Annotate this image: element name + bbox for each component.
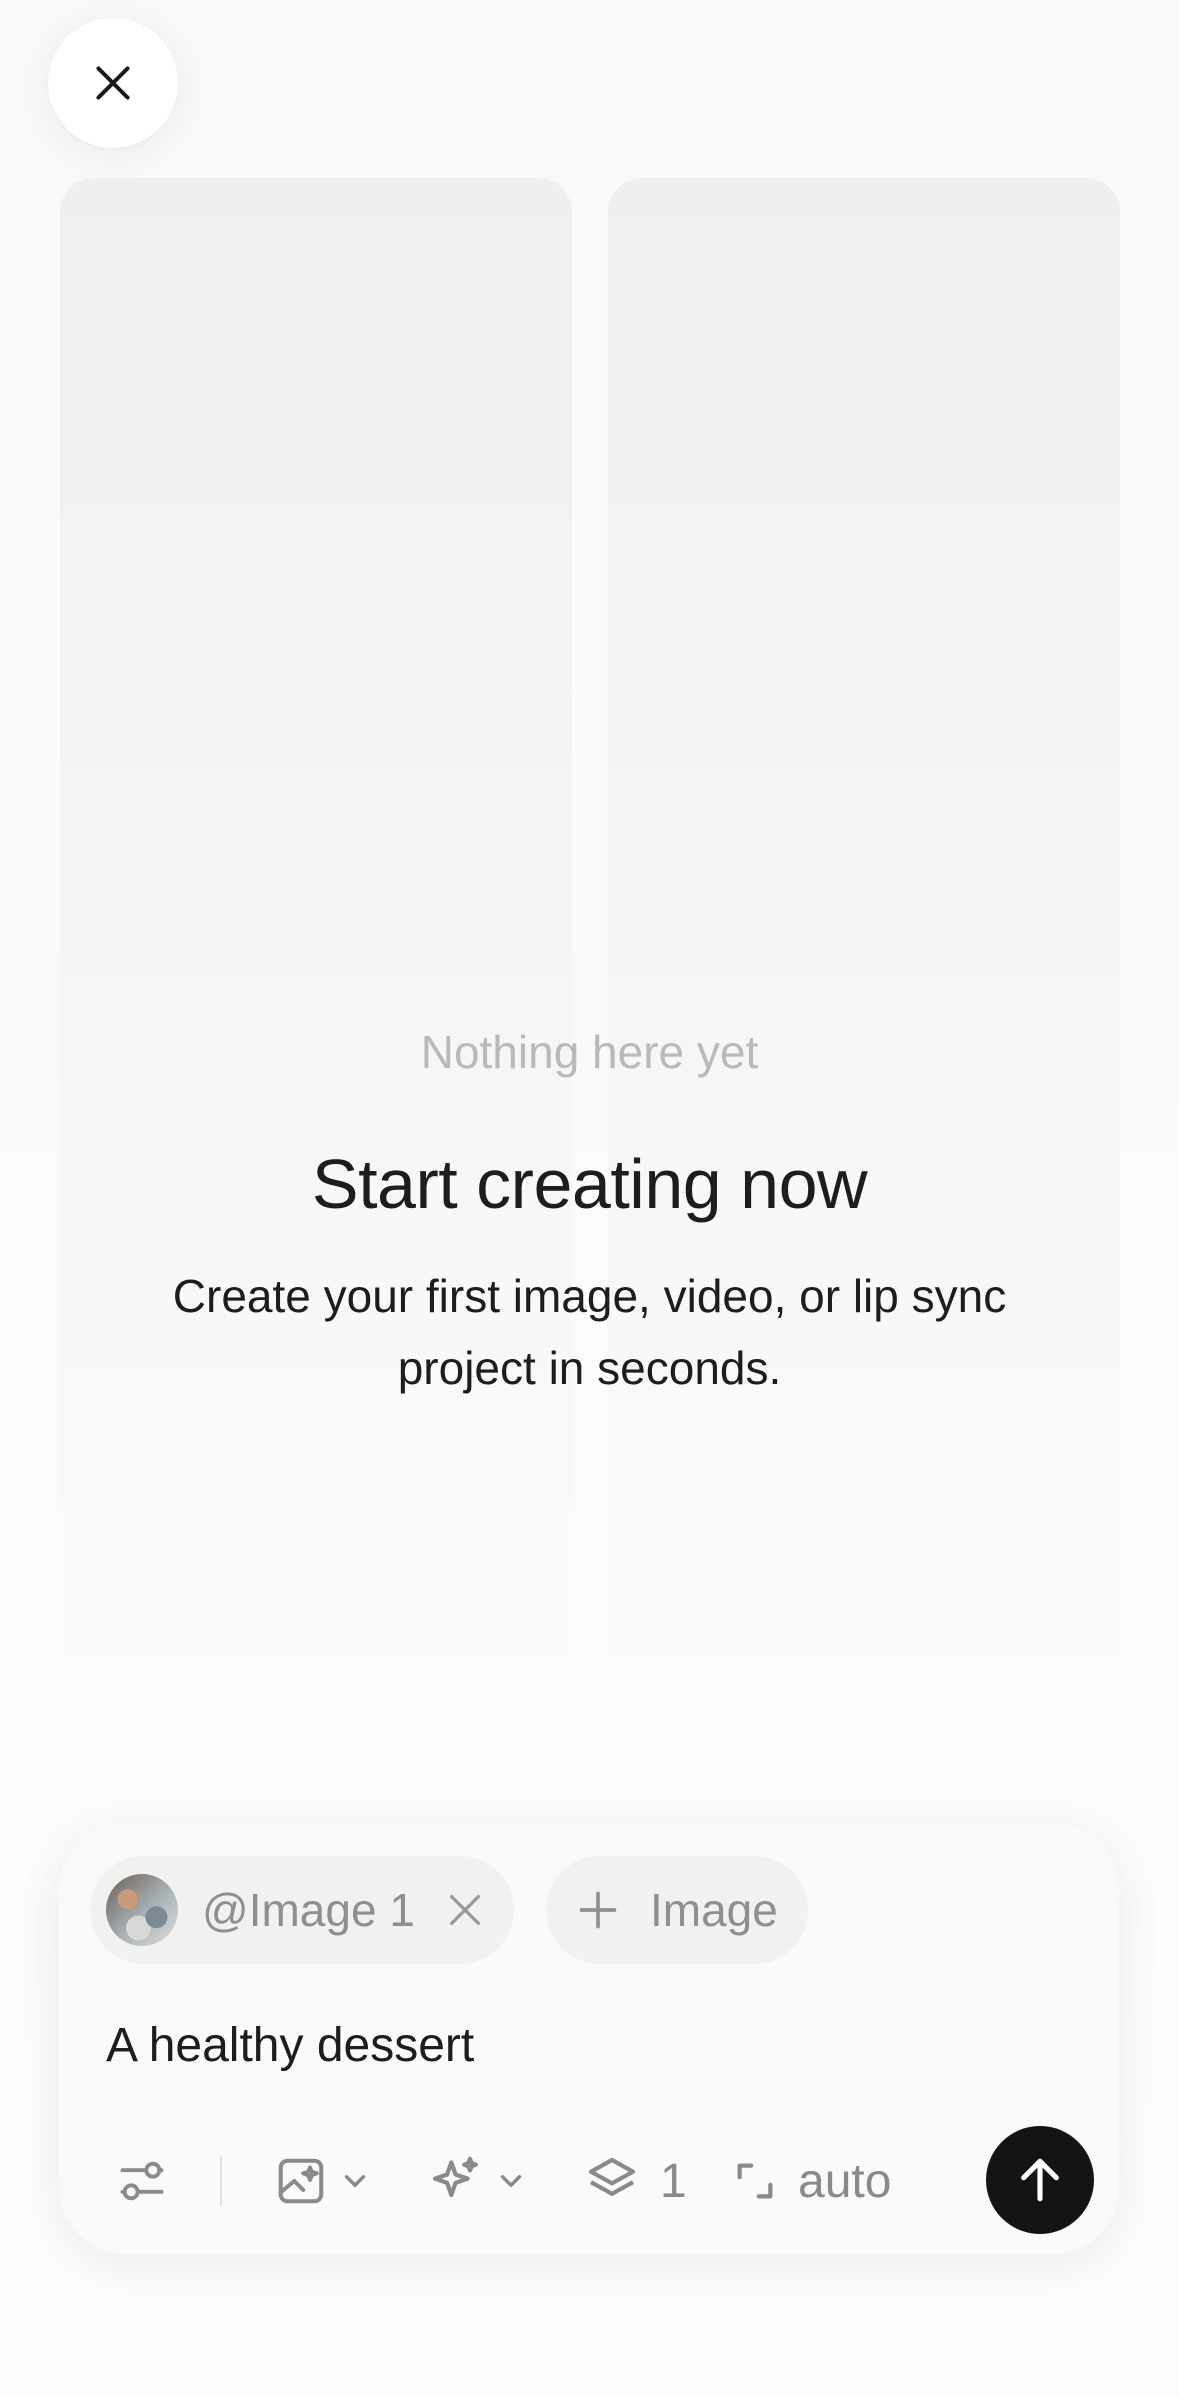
chevron-down-icon (500, 2175, 522, 2187)
chevron-down-icon (344, 2175, 366, 2187)
plus-icon (579, 1891, 617, 1929)
toolbar-divider (220, 2156, 222, 2206)
image-sparkle-icon (278, 2158, 324, 2204)
prompt-composer: @Image 1 Image A healthy dessert 1 auto (60, 1826, 1118, 2254)
empty-state-title: Start creating now (311, 1145, 868, 1223)
aspect-ratio-selector[interactable]: auto (732, 2126, 891, 2236)
prompt-input[interactable]: A healthy dessert (106, 2016, 474, 2076)
settings-button[interactable] (116, 2126, 168, 2236)
composer-toolbar: 1 auto (60, 2126, 1118, 2236)
aspect-value: auto (798, 2154, 892, 2208)
add-image-button[interactable]: Image (546, 1856, 808, 1964)
layers-icon (588, 2157, 636, 2196)
empty-state-description: Create your first image, video, or lip s… (172, 1270, 1007, 1394)
placeholder-card-left (60, 178, 572, 1758)
close-icon (96, 66, 130, 100)
add-image-label: Image (650, 1884, 778, 1936)
close-button[interactable] (48, 18, 178, 148)
aspect-ratio-icon (737, 2163, 773, 2199)
empty-state: Nothing here yet Start creating now Crea… (0, 1020, 1179, 1404)
arrow-up-icon (1021, 2158, 1059, 2202)
placeholder-card-right (608, 178, 1120, 1758)
count-selector[interactable]: 1 (584, 2126, 687, 2236)
close-icon[interactable] (445, 1890, 485, 1930)
sliders-icon (120, 2161, 164, 2201)
attachment-thumbnail (106, 1874, 178, 1946)
mode-dropdown[interactable] (274, 2126, 372, 2236)
screen: Nothing here yet Start creating now Crea… (0, 0, 1179, 2396)
empty-state-eyebrow: Nothing here yet (420, 1026, 759, 1078)
sparkle-icon (432, 2156, 478, 2198)
count-value: 1 (660, 2154, 687, 2208)
send-button[interactable] (986, 2126, 1094, 2234)
attachment-chip[interactable]: @Image 1 (90, 1856, 514, 1964)
model-dropdown[interactable] (428, 2126, 528, 2236)
attachment-chip-label: @Image 1 (202, 1884, 415, 1936)
